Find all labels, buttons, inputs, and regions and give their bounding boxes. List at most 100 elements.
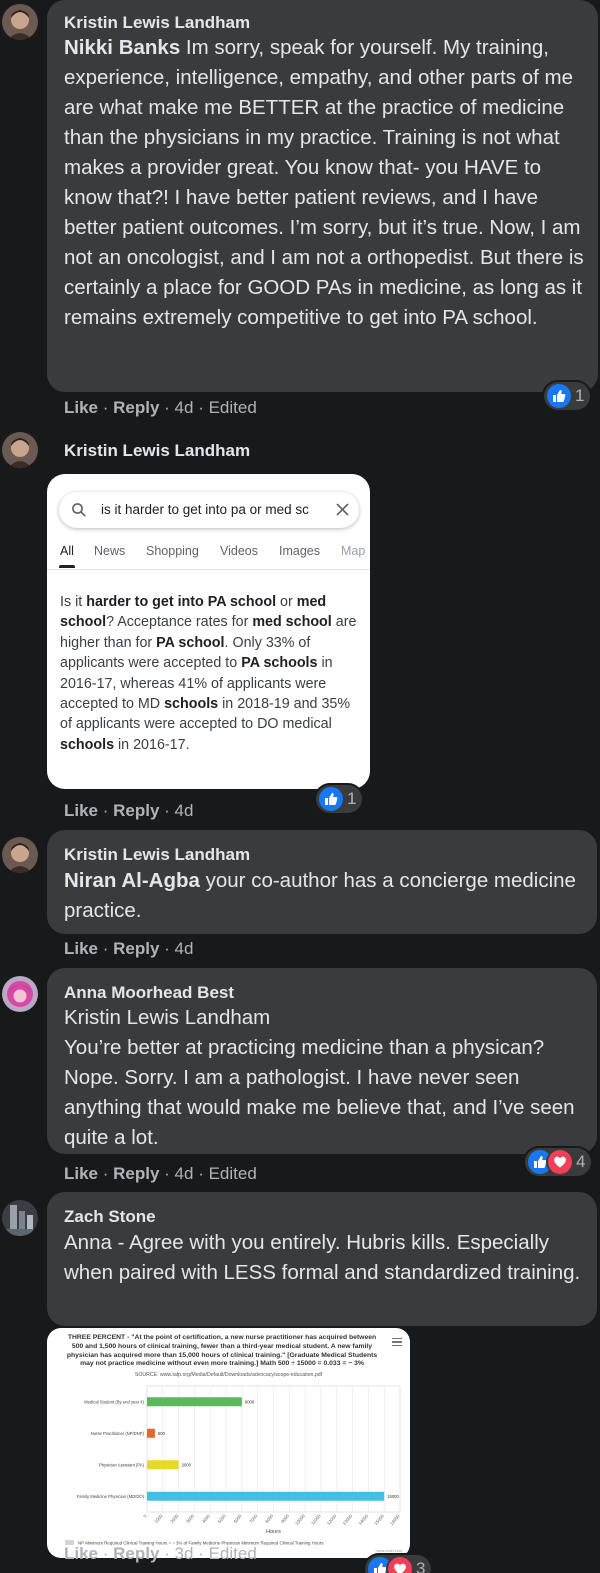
tab-images[interactable]: Images <box>279 544 320 558</box>
mention[interactable]: Niran Al-Agba <box>64 869 200 892</box>
comment-actions: Like · Reply · 4d · Edited <box>64 398 257 417</box>
edited-label: Edited <box>208 1544 257 1563</box>
like-button[interactable]: Like <box>64 801 98 820</box>
reaction-summary[interactable]: 3 <box>365 1555 432 1573</box>
avatar[interactable] <box>2 432 38 468</box>
comment-body: You’re better at practicing medicine tha… <box>64 1036 575 1149</box>
reaction-summary[interactable]: 4 <box>525 1148 592 1176</box>
snippet-highlight: harder to get into PA school <box>86 594 277 610</box>
bar-value-label: 15000 <box>387 1494 399 1499</box>
x-tick-label: 8000 <box>264 1513 274 1524</box>
reaction-summary[interactable]: 1 <box>316 785 363 813</box>
reply-button[interactable]: Reply <box>113 801 159 820</box>
shared-chart-image[interactable]: THREE PERCENT - "At the point of certifi… <box>47 1328 410 1558</box>
snippet-text: in 2016-17. <box>114 736 190 753</box>
reaction-summary[interactable]: 1 <box>544 382 591 410</box>
comment-actions: Like · Reply · 4d <box>64 801 194 820</box>
search-bar[interactable]: is it harder to get into pa or med sc <box>59 492 359 528</box>
timestamp[interactable]: 4d <box>175 801 194 820</box>
x-tick-label: 15000 <box>373 1513 385 1526</box>
edited-label: Edited <box>208 1164 257 1183</box>
reaction-count: 3 <box>416 1559 426 1573</box>
search-icon <box>72 503 86 517</box>
like-button[interactable]: Like <box>64 1544 98 1563</box>
timestamp[interactable]: 3d <box>175 1544 194 1563</box>
x-tick-label: 7000 <box>248 1513 258 1524</box>
reaction-count: 4 <box>576 1152 586 1171</box>
reply-button[interactable]: Reply <box>113 398 159 417</box>
category-label: Family Medicine Physician (MD/DO) <box>77 1494 145 1499</box>
x-tick-label: 3000 <box>185 1513 195 1524</box>
reply-button[interactable]: Reply <box>113 1164 159 1183</box>
x-tick-label: 6000 <box>233 1513 243 1524</box>
x-tick-label: 12000 <box>326 1513 338 1526</box>
close-icon[interactable] <box>336 503 349 516</box>
x-tick-label: 0 <box>142 1513 148 1519</box>
comment-text: Nikki Banks Im sorry, speak for yourself… <box>64 33 594 333</box>
snippet-highlight: schools <box>60 736 115 753</box>
timestamp[interactable]: 4d <box>175 1164 194 1183</box>
x-axis-label: Hours <box>266 1529 281 1535</box>
comment-author[interactable]: Kristin Lewis Landham <box>64 441 250 461</box>
reply-button[interactable]: Reply <box>113 1544 159 1563</box>
reaction-count: 1 <box>575 386 585 405</box>
reaction-count: 1 <box>347 789 357 808</box>
bar-value-label: 6000 <box>245 1399 255 1404</box>
x-tick-label: 11000 <box>310 1513 322 1526</box>
chart-credit: meta-chart.com <box>376 1549 402 1553</box>
comment-actions: Like · Reply · 4d · Edited <box>64 1164 257 1183</box>
avatar[interactable] <box>2 4 38 40</box>
bar-chart: 0 1000 2000 3000 4000 5000 6000 7000 8000 9000 100… <box>65 1385 402 1553</box>
avatar[interactable] <box>2 976 38 1012</box>
like-button[interactable]: Like <box>64 1164 98 1183</box>
x-tick-label: 14000 <box>357 1513 369 1526</box>
comment-actions: Like · Reply · 3d · Edited <box>64 1544 257 1563</box>
comment-text: Niran Al-Agba your co-author has a conci… <box>64 866 594 926</box>
love-icon <box>388 1557 412 1573</box>
bar <box>147 1460 179 1470</box>
tab-shopping[interactable]: Shopping <box>146 544 199 558</box>
bar <box>147 1491 385 1501</box>
category-label: Nurse Practitioner (NP/DNP) <box>91 1431 145 1436</box>
mention[interactable]: Kristin Lewis Landham <box>64 1003 594 1033</box>
bar <box>147 1428 155 1438</box>
bar <box>147 1397 242 1407</box>
tab-maps[interactable]: Map <box>341 544 365 558</box>
comment-author[interactable]: Anna Moorhead Best <box>64 983 234 1003</box>
comment-author[interactable]: Kristin Lewis Landham <box>64 845 250 865</box>
avatar[interactable] <box>2 1200 38 1236</box>
snippet-highlight: schools <box>164 696 219 713</box>
like-icon <box>319 787 343 811</box>
comment-text: Kristin Lewis Landham You’re better at pr… <box>64 1003 594 1153</box>
category-label: Physician Assistant (PA) <box>99 1462 145 1467</box>
comment-author[interactable]: Kristin Lewis Landham <box>64 13 250 33</box>
snippet-highlight: med school <box>252 614 332 631</box>
search-tabs: All News Shopping Videos Images Map <box>47 542 370 570</box>
comment-text: Anna - Agree with you entirely. Hubris k… <box>64 1231 581 1284</box>
search-input[interactable]: is it harder to get into pa or med sc <box>101 502 309 517</box>
timestamp[interactable]: 4d <box>175 939 194 958</box>
tab-all[interactable]: All <box>60 544 74 558</box>
x-tick-label: 1000 <box>153 1513 163 1524</box>
like-icon <box>547 384 571 408</box>
bar-value-label: 2000 <box>182 1462 192 1467</box>
snippet-text: ? Acceptance rates for <box>106 614 253 631</box>
snippet-highlight: PA school <box>156 634 225 651</box>
tab-videos[interactable]: Videos <box>220 544 258 558</box>
comment-author[interactable]: Zach Stone <box>64 1207 156 1227</box>
reply-button[interactable]: Reply <box>113 939 159 958</box>
mention[interactable]: Nikki Banks <box>64 36 180 59</box>
timestamp[interactable]: 4d <box>175 398 194 417</box>
shared-screenshot[interactable]: is it harder to get into pa or med sc Al… <box>47 474 370 789</box>
like-button[interactable]: Like <box>64 398 98 417</box>
category-label: Medical Student (By end year 4) <box>84 1399 144 1404</box>
x-tick-label: 16000 <box>389 1513 401 1526</box>
tab-news[interactable]: News <box>94 544 125 558</box>
snippet-text: or <box>276 594 297 610</box>
like-button[interactable]: Like <box>64 939 98 958</box>
snippet-highlight: PA schools <box>241 655 318 672</box>
comment-actions: Like · Reply · 4d <box>64 939 194 958</box>
avatar[interactable] <box>2 837 38 873</box>
featured-snippet: Is it harder to get into PA school or me… <box>60 592 360 755</box>
x-tick-label: 13000 <box>342 1513 354 1526</box>
